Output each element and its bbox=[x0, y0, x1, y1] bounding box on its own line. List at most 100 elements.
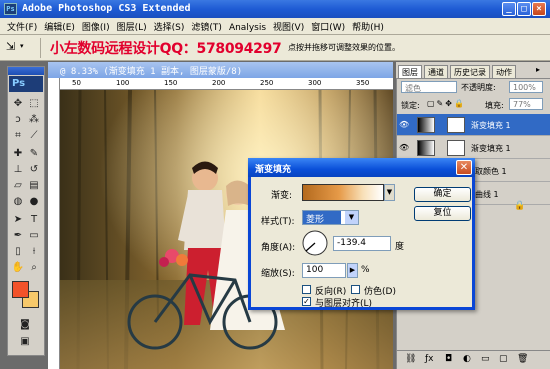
gradient-picker[interactable] bbox=[302, 184, 384, 201]
add-mask-icon[interactable]: ◘ bbox=[445, 354, 452, 364]
angle-input[interactable]: -139.4 bbox=[333, 236, 391, 251]
align-with-layer-checkbox[interactable]: ✓ bbox=[302, 297, 311, 306]
app-title-bar: Ps Adobe Photoshop CS3 Extended _ □ × bbox=[0, 0, 550, 18]
promo-text: 小左数码远程设计QQ：578094297 bbox=[50, 41, 282, 57]
shape-tool-icon[interactable]: ▭ bbox=[27, 229, 41, 243]
chevron-down-icon[interactable]: ▼ bbox=[345, 211, 358, 224]
vertical-ruler[interactable] bbox=[48, 78, 60, 369]
fill-input[interactable]: 77% bbox=[509, 98, 543, 110]
layer-row[interactable]: 👁 渐变填充 1 bbox=[397, 114, 550, 136]
crop-tool-icon[interactable]: ⌗ bbox=[11, 129, 25, 143]
scale-input[interactable]: 100 bbox=[302, 263, 346, 278]
new-layer-icon[interactable]: ▢ bbox=[499, 354, 508, 364]
ruler-label: 50 bbox=[72, 79, 81, 87]
minimize-button[interactable]: _ bbox=[502, 2, 516, 16]
dither-checkbox[interactable] bbox=[351, 285, 360, 294]
menu-view[interactable]: 视图(V) bbox=[266, 18, 304, 33]
layer-style-icon[interactable]: ƒx bbox=[425, 354, 434, 364]
ruler-label: 250 bbox=[260, 79, 274, 87]
eraser-tool-icon[interactable]: ▱ bbox=[11, 179, 25, 193]
path-selection-tool-icon[interactable]: ➤ bbox=[11, 213, 25, 227]
gradient-dropdown-arrow-icon[interactable]: ▼ bbox=[384, 184, 395, 201]
tab-actions[interactable]: 动作 bbox=[492, 65, 516, 78]
eye-icon[interactable]: 👁 bbox=[399, 143, 409, 152]
blend-mode-select[interactable]: 滤色 bbox=[401, 81, 457, 93]
tab-channels[interactable]: 通道 bbox=[424, 65, 448, 78]
tab-layers[interactable]: 图层 bbox=[398, 65, 422, 78]
ruler-label: 150 bbox=[164, 79, 178, 87]
link-layers-icon[interactable]: ⛓ bbox=[405, 354, 416, 364]
layers-footer: ⛓ ƒx ◘ ◐ ▭ ▢ 🗑 bbox=[397, 350, 550, 369]
separator bbox=[40, 38, 41, 58]
menu-window[interactable]: 窗口(W) bbox=[304, 18, 345, 33]
history-brush-tool-icon[interactable]: ↺ bbox=[27, 163, 41, 177]
gradient-layer-thumbnail bbox=[417, 140, 435, 156]
type-tool-icon[interactable]: T bbox=[27, 213, 41, 227]
menu-image[interactable]: 图像(I) bbox=[75, 18, 110, 33]
ruler-label: 350 bbox=[356, 79, 370, 87]
angle-dial[interactable] bbox=[301, 229, 329, 257]
tab-history[interactable]: 历史记录 bbox=[450, 65, 490, 78]
menu-help[interactable]: 帮助(H) bbox=[345, 18, 384, 33]
eyedropper-tool-icon[interactable]: ⟊ bbox=[27, 245, 41, 259]
options-bar: ⇲ ▾ 小左数码远程设计QQ：578094297 点按并拖移可调整效果的位置。 bbox=[0, 35, 550, 61]
scale-unit: % bbox=[361, 265, 370, 275]
menu-select[interactable]: 选择(S) bbox=[147, 18, 185, 33]
dialog-title-bar[interactable]: 渐变填充 bbox=[248, 158, 475, 177]
notes-tool-icon[interactable]: ▯ bbox=[11, 245, 25, 259]
close-window-button[interactable]: × bbox=[532, 2, 546, 16]
quick-mask-icon[interactable]: ◙ bbox=[18, 318, 32, 332]
magic-wand-tool-icon[interactable]: ⁂ bbox=[27, 113, 41, 127]
menu-filter[interactable]: 滤镜(T) bbox=[184, 18, 222, 33]
gradient-label: 渐变: bbox=[271, 191, 293, 201]
document-title-bar[interactable]: @ 8.33% (渐变填充 1 副本, 图层蒙版/8) bbox=[48, 62, 393, 78]
clone-stamp-tool-icon[interactable]: ⊥ bbox=[11, 163, 25, 177]
lock-options-icon[interactable]: ▢✎✥🔒 bbox=[427, 99, 466, 108]
screen-mode-icon[interactable]: ▣ bbox=[18, 335, 32, 349]
hand-tool-icon[interactable]: ✋ bbox=[11, 261, 25, 275]
menu-analysis[interactable]: Analysis bbox=[222, 21, 266, 33]
eye-icon[interactable]: 👁 bbox=[399, 120, 409, 129]
ruler-label: 200 bbox=[212, 79, 226, 87]
reverse-checkbox[interactable] bbox=[302, 285, 311, 294]
brush-tool-icon[interactable]: ✎ bbox=[27, 147, 41, 161]
gradient-tool-icon[interactable]: ▤ bbox=[27, 179, 41, 193]
panel-menu-icon[interactable]: ▸ bbox=[536, 65, 540, 74]
new-group-icon[interactable]: ▭ bbox=[481, 354, 490, 364]
pen-tool-icon[interactable]: ✒ bbox=[11, 229, 25, 243]
lasso-tool-icon[interactable]: ↄ bbox=[11, 113, 25, 127]
tool-preset-dropdown-icon[interactable]: ▾ bbox=[20, 42, 24, 50]
opacity-label: 不透明度: bbox=[461, 83, 496, 92]
zoom-tool-icon[interactable]: ⌕ bbox=[27, 261, 41, 275]
toolbox-header[interactable] bbox=[8, 67, 44, 75]
move-tool-icon[interactable]: ⇲ bbox=[6, 40, 15, 53]
adjustment-layer-icon[interactable]: ◐ bbox=[463, 354, 471, 364]
healing-brush-tool-icon[interactable]: ✚ bbox=[11, 147, 25, 161]
slice-tool-icon[interactable]: ⟋ bbox=[27, 129, 41, 143]
ok-button[interactable]: 确定 bbox=[414, 187, 471, 202]
align-with-layer-label: 与图层对齐(L) bbox=[315, 299, 373, 309]
menu-edit[interactable]: 编辑(E) bbox=[37, 18, 75, 33]
horizontal-ruler[interactable]: 50 100 150 200 250 300 350 bbox=[60, 78, 393, 90]
blur-tool-icon[interactable]: ◍ bbox=[11, 195, 25, 209]
menu-file[interactable]: 文件(F) bbox=[0, 18, 37, 33]
style-value: 菱形 bbox=[303, 211, 341, 225]
maximize-button[interactable]: □ bbox=[517, 2, 531, 16]
ruler-label: 100 bbox=[116, 79, 130, 87]
layer-mask-thumbnail bbox=[447, 140, 465, 156]
dialog-close-icon[interactable]: ✕ bbox=[456, 160, 472, 175]
move-tool-icon[interactable]: ✥ bbox=[11, 97, 25, 111]
marquee-tool-icon[interactable]: ⬚ bbox=[27, 97, 41, 111]
scale-dropdown-icon[interactable]: ▶ bbox=[347, 263, 358, 278]
foreground-color-swatch-front[interactable] bbox=[12, 281, 29, 298]
menu-layer[interactable]: 图层(L) bbox=[110, 18, 147, 33]
toolbox: Ps ✥ ⬚ ↄ ⁂ ⌗ ⟋ ✚ ✎ ⊥ ↺ ▱ ▤ ◍ ● ➤ T ✒ ▭ ▯… bbox=[7, 66, 45, 356]
opacity-input[interactable]: 100% bbox=[509, 81, 543, 93]
dodge-tool-icon[interactable]: ● bbox=[27, 195, 41, 209]
delete-layer-icon[interactable]: 🗑 bbox=[517, 354, 528, 364]
style-select[interactable]: 菱形 ▼ bbox=[302, 210, 359, 225]
gradient-layer-thumbnail bbox=[417, 117, 435, 133]
scale-label: 缩放(S): bbox=[261, 269, 295, 279]
reset-button[interactable]: 复位 bbox=[414, 206, 471, 221]
layer-row[interactable]: 👁 渐变填充 1 bbox=[397, 137, 550, 159]
